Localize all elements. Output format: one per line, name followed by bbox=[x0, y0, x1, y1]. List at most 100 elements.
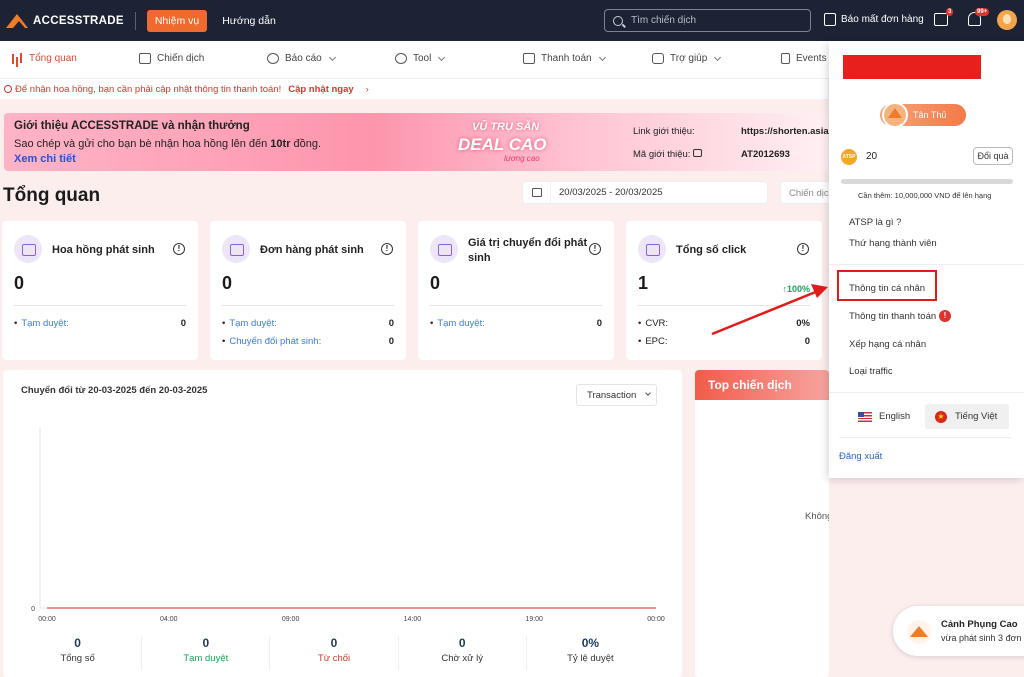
flag-icon bbox=[781, 53, 790, 64]
card-value: 0 bbox=[430, 273, 441, 293]
report-lost-order-button[interactable]: Báo mất đơn hàng bbox=[824, 13, 924, 26]
nav-help[interactable]: Trợ giúp bbox=[652, 53, 722, 64]
redeem-gift-button[interactable]: Đổi quà bbox=[973, 147, 1013, 165]
card-divider bbox=[430, 305, 602, 306]
member-rank-badge[interactable]: Tân Thủ bbox=[880, 102, 966, 128]
stat-number: 0 bbox=[330, 636, 338, 650]
us-flag-icon bbox=[858, 411, 872, 422]
card-value: 0 bbox=[14, 273, 25, 293]
banner-desc-amount: 10tr bbox=[270, 138, 291, 150]
row-key[interactable]: Tạm duyệt: bbox=[222, 318, 277, 329]
card-title: Đơn hàng phát sinh bbox=[260, 244, 364, 256]
date-range-value: 20/03/2025 - 20/03/2025 bbox=[559, 187, 663, 198]
nav-overview-label: Tổng quan bbox=[29, 53, 77, 64]
wallet-icon bbox=[14, 235, 42, 263]
card-divider bbox=[638, 305, 810, 306]
activity-toast[interactable]: Cảnh Phụng Cao vừa phát sinh 3 đơn bbox=[893, 606, 1024, 656]
report-icon bbox=[824, 13, 836, 26]
view-details-link[interactable]: Xem chi tiết bbox=[14, 153, 76, 165]
nav-campaigns[interactable]: Chiến dịch bbox=[139, 53, 204, 64]
card-row: Tạm duyệt: 0 bbox=[430, 318, 602, 329]
menu-traffic-type[interactable]: Loại traffic bbox=[849, 366, 893, 377]
card-divider bbox=[14, 305, 186, 306]
payment-info-notice: Để nhận hoa hồng, bạn cần phải cập nhật … bbox=[0, 79, 828, 99]
menu-payment-info[interactable]: Thông tin thanh toán bbox=[849, 311, 936, 322]
nav-tool[interactable]: Tool bbox=[395, 53, 446, 64]
chevron-down-icon bbox=[438, 53, 446, 61]
pie-chart-icon bbox=[267, 53, 279, 64]
brand-logo[interactable]: ACCESSTRADE bbox=[6, 13, 124, 28]
conversion-chart-panel: Chuyển đổi từ 20-03-2025 đến 20-03-2025 … bbox=[3, 370, 682, 677]
growth-badge: ↑100% bbox=[782, 284, 810, 294]
bar-chart-icon bbox=[11, 53, 23, 64]
nav-events[interactable]: Events bbox=[781, 53, 827, 64]
menu-divider bbox=[829, 264, 1024, 265]
language-vietnamese[interactable]: ★ Tiếng Việt bbox=[925, 404, 1009, 429]
info-icon[interactable]: ! bbox=[381, 243, 393, 255]
nav-reports-label: Báo cáo bbox=[285, 53, 322, 64]
stat-label: Tỷ lệ duyệt bbox=[567, 653, 614, 664]
redacted-username bbox=[843, 55, 981, 79]
campaign-filter[interactable]: Chiến dịch bbox=[780, 181, 830, 204]
row-key[interactable]: Tạm duyệt: bbox=[430, 318, 485, 329]
mail-icon[interactable] bbox=[934, 13, 948, 26]
language-english[interactable]: English bbox=[851, 404, 915, 429]
mission-button[interactable]: Nhiệm vụ bbox=[146, 9, 208, 32]
vn-flag-icon: ★ bbox=[935, 410, 947, 423]
user-avatar[interactable] bbox=[997, 10, 1017, 30]
date-range-picker[interactable]: 20/03/2025 - 20/03/2025 bbox=[522, 181, 768, 204]
update-now-link[interactable]: Cập nhật ngay bbox=[288, 84, 353, 95]
x-tick-label: 14:00 bbox=[404, 616, 422, 623]
x-tick-label: 00:00 bbox=[647, 616, 665, 623]
language-english-label: English bbox=[879, 411, 911, 422]
info-icon[interactable]: ! bbox=[589, 243, 601, 255]
card-title: Tổng số click bbox=[676, 244, 747, 256]
info-icon[interactable]: ! bbox=[797, 243, 809, 255]
row-key[interactable]: Chuyển đổi phát sinh: bbox=[222, 336, 321, 347]
top-campaigns-panel: Top chiến dịch Không có dữ liệu để hiển … bbox=[695, 370, 829, 677]
card-row: CVR: 0% bbox=[638, 318, 810, 329]
grid-icon bbox=[139, 53, 151, 64]
card-row: Tạm duyệt: 0 bbox=[222, 318, 394, 329]
highlight-box bbox=[837, 270, 937, 301]
warning-icon bbox=[4, 85, 12, 93]
row-value: 0 bbox=[804, 336, 810, 347]
row-value: 0 bbox=[388, 336, 394, 347]
atsp-points: 20 bbox=[866, 151, 878, 162]
card-row: Chuyển đổi phát sinh: 0 bbox=[222, 336, 394, 347]
topbar-divider bbox=[134, 11, 136, 30]
stat-number: 0 bbox=[458, 636, 466, 650]
nav-campaigns-label: Chiến dịch bbox=[157, 53, 205, 64]
campaign-search-input[interactable] bbox=[631, 15, 801, 26]
search-icon bbox=[613, 15, 623, 26]
stat-rejected: 0 Từ chối bbox=[270, 636, 399, 670]
nav-reports[interactable]: Báo cáo bbox=[267, 53, 336, 64]
commission-card: Hoa hồng phát sinh ! 0 Tạm duyệt: 0 bbox=[2, 221, 198, 360]
stat-approval-rate: 0% Tỷ lệ duyệt bbox=[527, 636, 654, 670]
rank-label: Tân Thủ bbox=[913, 110, 947, 120]
stat-number: 0% bbox=[581, 636, 600, 650]
nav-payment[interactable]: Thanh toán bbox=[523, 53, 606, 64]
menu-what-is-atsp[interactable]: ATSP là gì ? bbox=[849, 217, 901, 228]
x-tick-label: 09:00 bbox=[282, 616, 300, 623]
copy-icon[interactable] bbox=[693, 149, 702, 157]
campaign-search[interactable] bbox=[604, 9, 811, 32]
row-key[interactable]: Tạm duyệt: bbox=[14, 318, 69, 329]
logout-link[interactable]: Đăng xuất bbox=[839, 451, 882, 462]
clicks-card: Tổng số click ! 1 ↑100% CVR: 0% EPC: 0 bbox=[626, 221, 822, 360]
row-key: CVR: bbox=[638, 318, 668, 329]
orders-card: Đơn hàng phát sinh ! 0 Tạm duyệt: 0 Chuyể… bbox=[210, 221, 406, 360]
info-icon[interactable]: ! bbox=[173, 243, 185, 255]
stat-number: 0 bbox=[74, 636, 81, 650]
shopping-bag-icon bbox=[430, 235, 458, 263]
nav-events-label: Events bbox=[796, 53, 827, 64]
x-tick-label: 19:00 bbox=[525, 616, 543, 623]
nav-overview[interactable]: Tổng quan bbox=[11, 53, 77, 64]
referral-code-value: AT2012693 bbox=[741, 149, 790, 160]
chevron-down-icon bbox=[598, 53, 606, 61]
menu-member-rank[interactable]: Thứ hạng thành viên bbox=[849, 238, 937, 249]
guide-link[interactable]: Hướng dẫn bbox=[222, 15, 276, 27]
referral-link-value[interactable]: https://shorten.asia/ bbox=[741, 126, 831, 137]
menu-personal-ranking[interactable]: Xếp hạng cá nhân bbox=[849, 339, 926, 350]
logo-icon bbox=[6, 13, 28, 28]
